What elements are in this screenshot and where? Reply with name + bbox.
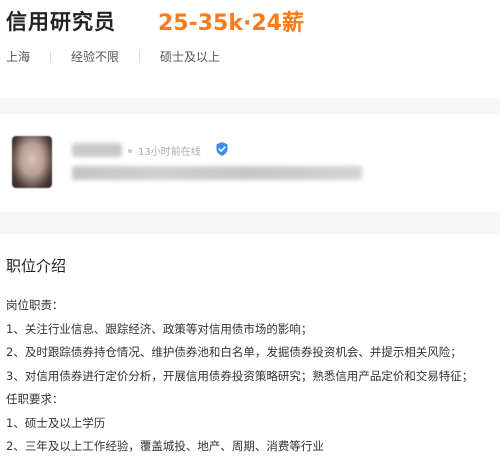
section-divider bbox=[0, 98, 500, 114]
desc-line: 岗位职责： bbox=[6, 298, 64, 312]
tag-location: 上海 bbox=[6, 50, 31, 64]
company-info-redacted bbox=[72, 166, 362, 180]
job-description: 岗位职责： 1、关注行业信息、跟踪经济、政策等对信用债市场的影响； 2、及时跟踪… bbox=[6, 297, 473, 462]
job-tags: 上海 经验不限 硕士及以上 bbox=[6, 48, 220, 65]
desc-line: 3、对信用债券进行定价分析，开展信用债券投资策略研究；熟悉信用产品定价和交易特征… bbox=[6, 368, 474, 383]
job-title: 信用研究员 bbox=[6, 10, 116, 34]
tag-experience: 经验不限 bbox=[71, 50, 120, 64]
tag-education: 硕士及以上 bbox=[160, 50, 221, 64]
desc-line: 2、三年及以上工作经验，覆盖城投、地产、周期、消费等行业 bbox=[6, 439, 324, 453]
desc-line: 任职要求： bbox=[6, 392, 64, 406]
tag-divider bbox=[139, 51, 141, 62]
recruiter-avatar[interactable] bbox=[12, 136, 52, 188]
verified-badge-icon bbox=[216, 142, 228, 156]
salary-label: 25-35k·24薪 bbox=[158, 11, 304, 36]
section-divider bbox=[0, 212, 500, 234]
separator-dot bbox=[128, 149, 132, 153]
online-status: 13小时前在线 bbox=[138, 147, 201, 158]
recruiter-name-redacted bbox=[72, 143, 122, 157]
tag-divider bbox=[50, 51, 52, 62]
desc-line: 1、硕士及以上学历 bbox=[6, 415, 106, 430]
desc-line: 1、关注行业信息、跟踪经济、政策等对信用债市场的影响； bbox=[6, 321, 313, 336]
section-title-job-intro: 职位介绍 bbox=[6, 257, 67, 275]
desc-line: 2、及时跟踪债券持仓情况、维护债券池和白名单，发掘债券投资机会、并提示相关风险； bbox=[6, 345, 462, 359]
job-header: 信用研究员 25-35k·24薪 上海 经验不限 硕士及以上 bbox=[0, 0, 500, 100]
